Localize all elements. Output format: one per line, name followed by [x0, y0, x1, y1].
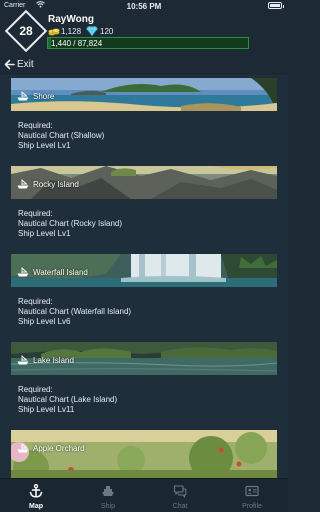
- xp-text: 1,440 / 87,824: [51, 39, 103, 48]
- location-name: Apple Orchard: [33, 444, 85, 453]
- location-name: Lake Island: [33, 356, 74, 365]
- gold-coins-icon: [48, 28, 60, 36]
- id-card-icon: [245, 485, 259, 497]
- required-label: Required:: [18, 297, 53, 306]
- tab-profile[interactable]: Profile: [216, 479, 288, 512]
- status-bar: Carrier 10:56 PM: [0, 0, 288, 12]
- exit-button[interactable]: Exit: [4, 57, 34, 71]
- chat-bubbles-icon: [173, 485, 187, 498]
- player-name: RayWong: [48, 14, 94, 25]
- tab-label: Map: [29, 503, 43, 510]
- tab-label: Chat: [172, 503, 188, 510]
- required-label: Required:: [18, 209, 53, 218]
- ship-icon: [17, 355, 29, 365]
- required-chart: Nautical Chart (Shallow): [18, 131, 105, 140]
- ship-icon: [102, 486, 114, 496]
- location-banner[interactable]: Shore: [11, 78, 277, 111]
- anchor-icon: [29, 484, 43, 498]
- ship-icon: [17, 179, 29, 189]
- clock: 10:56 PM: [126, 2, 162, 11]
- ship-icon: [17, 91, 29, 101]
- gold-amount: 1,128: [61, 27, 82, 36]
- tab-label: Profile: [242, 503, 262, 510]
- ship-icon: [17, 443, 29, 453]
- required-chart: Nautical Chart (Waterfall Island): [18, 307, 132, 316]
- exit-label: Exit: [17, 58, 34, 70]
- required-label: Required:: [18, 385, 53, 394]
- tab-ship[interactable]: Ship: [72, 479, 144, 512]
- bottom-tab-bar: Map Ship Chat Profile: [0, 478, 288, 512]
- tab-map[interactable]: Map: [0, 479, 72, 512]
- ship-icon: [17, 267, 29, 277]
- required-chart: Nautical Chart (Lake Island): [18, 395, 118, 404]
- required-chart: Nautical Chart (Rocky Island): [18, 219, 123, 228]
- player-level: 28: [19, 24, 33, 38]
- apple-orchard-scene-image: [11, 430, 277, 478]
- location-banner[interactable]: Lake Island: [11, 342, 277, 375]
- battery-icon: [268, 2, 284, 9]
- required-ship-level: Ship Level Lv6: [18, 317, 71, 326]
- location-banner[interactable]: Apple Orchard: [11, 430, 277, 478]
- tab-chat[interactable]: Chat: [144, 479, 216, 512]
- location-list[interactable]: Shore Required: Nautical Chart (Shallow)…: [0, 75, 288, 478]
- location-name: Waterfall Island: [33, 268, 88, 277]
- required-label: Required:: [18, 121, 53, 130]
- xp-progress-bar: 1,440 / 87,824: [47, 37, 249, 49]
- required-ship-level: Ship Level Lv1: [18, 141, 71, 150]
- location-banner[interactable]: Waterfall Island: [11, 254, 277, 287]
- required-ship-level: Ship Level Lv1: [18, 229, 71, 238]
- location-name: Shore: [33, 92, 55, 101]
- location-banner[interactable]: Rocky Island: [11, 166, 277, 199]
- gem-amount: 120: [100, 27, 114, 36]
- back-arrow-icon: [4, 59, 15, 69]
- required-ship-level: Ship Level Lv11: [18, 405, 75, 414]
- tab-label: Ship: [100, 503, 115, 510]
- diamond-gem-icon: [86, 26, 98, 36]
- location-name: Rocky Island: [33, 180, 79, 189]
